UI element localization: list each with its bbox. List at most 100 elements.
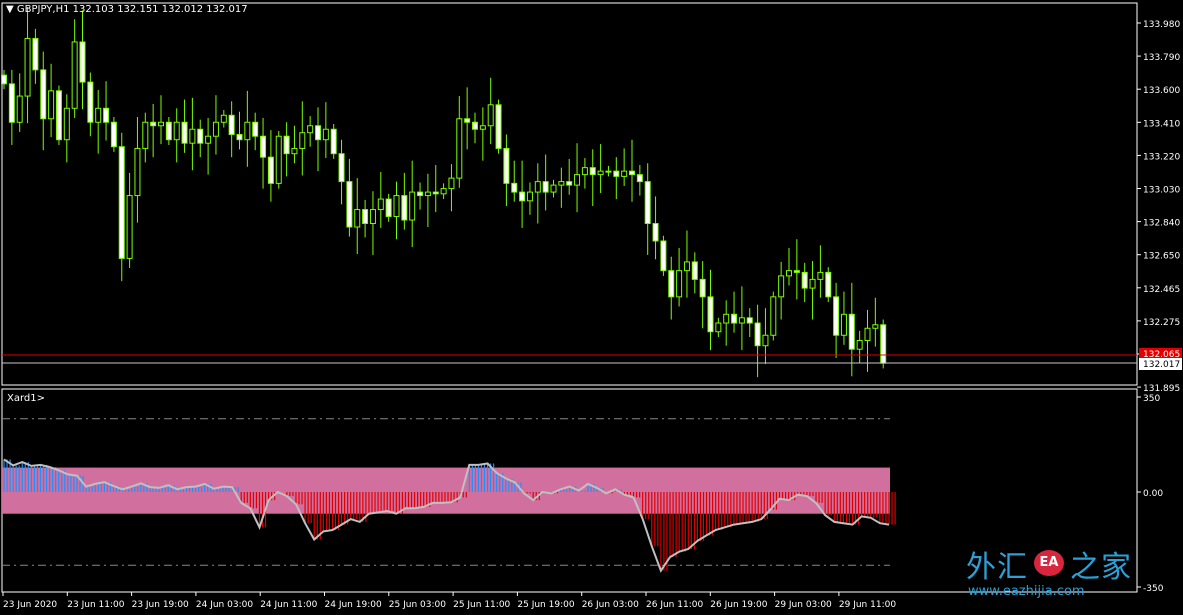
candle-body: [786, 270, 792, 277]
candle-body: [409, 191, 416, 221]
candle-body: [754, 322, 761, 347]
candle-body: [40, 69, 47, 120]
price-label: 131.895: [1143, 384, 1180, 394]
candle-body: [825, 271, 832, 298]
oscillator-label: 350: [1143, 394, 1160, 404]
candle-body: [95, 107, 102, 123]
candle-body: [362, 209, 369, 225]
candle-body: [393, 195, 400, 218]
candle-body: [691, 261, 698, 280]
candle-body: [668, 270, 675, 298]
candle-body: [723, 313, 730, 324]
candle-body: [856, 339, 863, 350]
candle-body: [683, 261, 690, 272]
candle-body: [801, 271, 808, 289]
candle-body: [103, 107, 110, 123]
candle-body: [676, 270, 683, 298]
candle-body: [629, 170, 635, 176]
candle-body: [24, 37, 31, 97]
candle-body: [87, 81, 94, 123]
candle-body: [707, 296, 714, 333]
ohlc-label: 132.103 132.151 132.012 132.017: [72, 4, 248, 15]
candle-body: [228, 114, 235, 135]
candle-body: [260, 135, 267, 158]
indicator-title: Xard1>: [7, 393, 46, 404]
candle-body: [762, 334, 769, 347]
time-label: 23 Jun 19:00: [132, 600, 189, 610]
candle-body: [440, 188, 447, 195]
price-label: 133.790: [1143, 53, 1180, 63]
candle-body: [644, 181, 651, 225]
candle-body: [8, 83, 15, 123]
candle-body: [636, 174, 643, 183]
candle-body: [809, 278, 816, 289]
candle-body: [511, 182, 518, 193]
candle-body: [464, 118, 471, 123]
candle-body: [32, 37, 39, 71]
watermark: 外汇 EA 之家 www.eazhijia.com: [966, 542, 1171, 606]
price-label: 133.030: [1143, 186, 1180, 196]
symbol-label: GBPJPY,H1: [16, 4, 70, 15]
candle-body: [299, 132, 306, 149]
time-label: 26 Jun 03:00: [582, 600, 639, 610]
candle-body: [134, 147, 141, 197]
chevron-down-icon[interactable]: ▼: [6, 4, 14, 15]
candle-body: [220, 114, 227, 123]
candle-body: [150, 121, 157, 127]
time-label: 25 Jun 03:00: [389, 600, 446, 610]
time-label: 25 Jun 19:00: [517, 600, 574, 610]
candle-body: [479, 125, 486, 130]
symbol-header[interactable]: ▼ GBPJPY,H1 132.103 132.151 132.012 132.…: [6, 4, 248, 15]
candle-body: [840, 313, 847, 336]
candle-body: [197, 128, 204, 144]
candle-body: [526, 191, 533, 202]
candle-body: [315, 125, 321, 141]
candle-body: [354, 209, 361, 228]
candle-body: [346, 181, 353, 228]
candle-body: [715, 322, 722, 333]
candle-body: [589, 167, 596, 176]
candle-body: [165, 121, 172, 141]
candle-body: [212, 121, 219, 137]
candle-body: [118, 146, 125, 259]
time-label: 29 Jun 11:00: [839, 600, 896, 610]
candle-body: [283, 135, 290, 155]
candle-body: [652, 223, 659, 242]
candle-body: [424, 191, 431, 197]
candle-body: [519, 191, 526, 202]
time-label: 23 Jun 2020: [3, 600, 57, 610]
candle-body: [267, 156, 274, 184]
watermark-text-2: 之家: [1070, 550, 1132, 585]
time-label: 24 Jun 03:00: [196, 600, 253, 610]
candle-body: [574, 174, 581, 186]
candle-body: [817, 271, 824, 280]
candle-body: [613, 170, 620, 177]
candle-body: [770, 296, 777, 336]
candle-body: [597, 170, 604, 176]
candle-body: [377, 198, 384, 211]
candle-body: [252, 121, 259, 137]
candle-body: [848, 313, 855, 350]
candle-body: [495, 104, 502, 149]
candle-body: [369, 209, 376, 225]
candle-body: [534, 181, 541, 193]
price-label: 132.275: [1143, 318, 1180, 328]
candle-body: [338, 153, 345, 183]
candle-body: [401, 195, 408, 221]
candle-body: [1, 74, 7, 85]
candle-body: [872, 324, 879, 329]
time-label: 24 Jun 19:00: [325, 600, 382, 610]
time-label: 23 Jun 11:00: [67, 600, 124, 610]
time-label: 29 Jun 03:00: [775, 600, 832, 610]
candle-body: [605, 170, 612, 173]
price-label: 132.840: [1143, 219, 1180, 229]
chart-canvas[interactable]: 133.980 133.790 133.600 133.410 133.220 133.0…: [0, 0, 1183, 615]
candle-body: [205, 135, 212, 144]
candle-body: [236, 133, 243, 141]
price-label: 133.600: [1143, 86, 1180, 96]
candle-body: [244, 121, 251, 141]
candle-body: [275, 135, 282, 184]
candle-body: [173, 121, 180, 141]
candle-body: [487, 104, 494, 127]
candle-body: [71, 41, 78, 109]
